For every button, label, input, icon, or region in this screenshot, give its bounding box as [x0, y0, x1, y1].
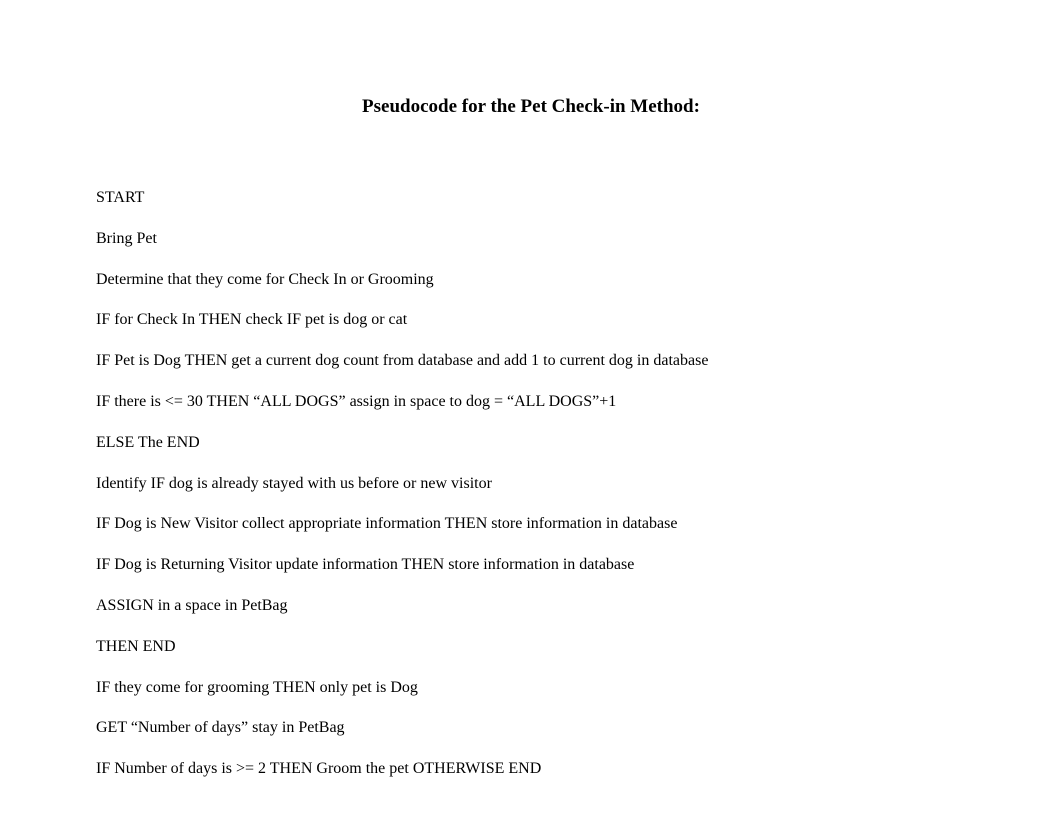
- pseudocode-line: IF Dog is Returning Visitor update infor…: [96, 555, 966, 576]
- pseudocode-line: Determine that they come for Check In or…: [96, 270, 966, 291]
- pseudocode-line: IF for Check In THEN check IF pet is dog…: [96, 310, 966, 331]
- pseudocode-line: THEN END: [96, 637, 966, 658]
- pseudocode-line: Bring Pet: [96, 229, 966, 250]
- pseudocode-line: IF Dog is New Visitor collect appropriat…: [96, 514, 966, 535]
- pseudocode-line: IF they come for grooming THEN only pet …: [96, 678, 966, 699]
- pseudocode-line: ELSE The END: [96, 433, 966, 454]
- pseudocode-line: IF Pet is Dog THEN get a current dog cou…: [96, 351, 966, 372]
- pseudocode-line: IF Number of days is >= 2 THEN Groom the…: [96, 759, 966, 780]
- pseudocode-line: GET “Number of days” stay in PetBag: [96, 718, 966, 739]
- pseudocode-line: START: [96, 188, 966, 209]
- pseudocode-line: ASSIGN in a space in PetBag: [96, 596, 966, 617]
- pseudocode-line: IF there is <= 30 THEN “ALL DOGS” assign…: [96, 392, 966, 413]
- pseudocode-body: START Bring Pet Determine that they come f…: [96, 188, 966, 780]
- pseudocode-line: Identify IF dog is already stayed with u…: [96, 474, 966, 495]
- document-title: Pseudocode for the Pet Check-in Method:: [96, 96, 966, 118]
